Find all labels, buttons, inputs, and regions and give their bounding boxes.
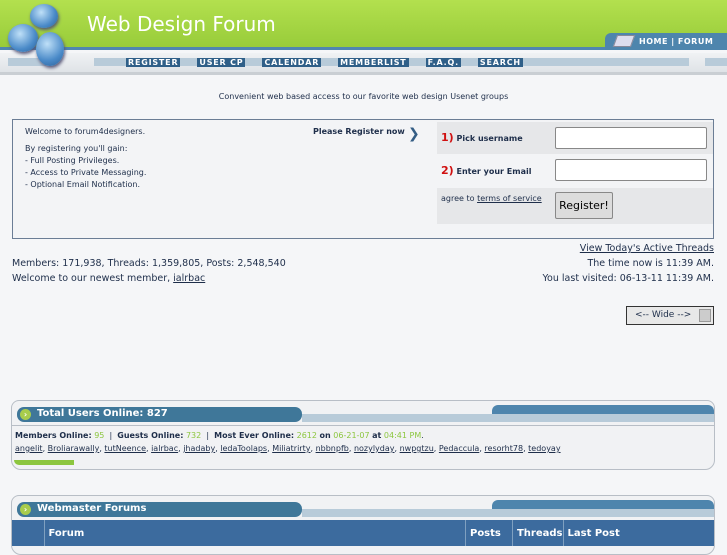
site-title: Web Design Forum — [87, 12, 276, 36]
online-user-link[interactable]: tutNeence — [104, 444, 146, 453]
arrow-icon: › — [20, 409, 31, 420]
gain-text: By registering you'll gain: — [25, 144, 128, 153]
chevron-right-icon: ❯ — [408, 126, 420, 142]
online-panel: › Total Users Online: 827 Members Online:… — [11, 400, 715, 470]
please-register: Please Register now — [313, 127, 405, 136]
online-user-link[interactable]: ledaToolaps — [220, 444, 267, 453]
newest-member-link[interactable]: ialrbac — [173, 273, 205, 284]
arrow-icon: › — [20, 504, 31, 515]
welcome-text: Welcome to forum4designers. — [25, 127, 146, 136]
online-user-link[interactable]: nozylyday — [354, 444, 395, 453]
username-input[interactable] — [555, 127, 707, 149]
col-posts: Posts — [464, 520, 513, 546]
registration-box: Welcome to forum4designers. By registeri… — [12, 119, 714, 239]
nav-memberlist[interactable]: MEMBERLIST — [338, 58, 409, 67]
nav-user-cp[interactable]: USER CP — [197, 58, 246, 67]
chevron-down-icon — [699, 309, 711, 322]
online-user-link[interactable]: angelit — [15, 444, 43, 453]
online-users-list: angelit, Broliarawally, tutNeence, ialrb… — [15, 444, 561, 453]
email-input[interactable] — [555, 159, 707, 181]
active-threads-link[interactable]: View Today's Active Threads — [580, 243, 714, 254]
online-user-link[interactable]: Pedaccula — [439, 444, 479, 453]
benefit: - Access to Private Messaging. — [25, 168, 147, 177]
last-visited: You last visited: 06-13-11 11:39 AM. — [542, 273, 714, 284]
col-threads: Threads — [511, 520, 563, 546]
webmaster-forums-panel: › Webmaster Forums Forum Posts Threads La… — [11, 495, 715, 555]
benefit: - Full Posting Privileges. — [25, 156, 120, 165]
online-user-link[interactable]: Miliatrirty — [272, 444, 310, 453]
online-user-link[interactable]: ialrbac — [151, 444, 178, 453]
nav-search[interactable]: SEARCH — [477, 58, 523, 67]
online-user-link[interactable]: Broliarawally — [48, 444, 100, 453]
nav-bar: REGISTER USER CP CALENDAR MEMBERLIST F.A… — [0, 53, 727, 75]
menu-icon — [612, 35, 636, 47]
online-user-link[interactable]: nwpgtzu — [400, 444, 434, 453]
col-last-post: Last Post — [562, 520, 714, 546]
online-user-link[interactable]: jhadaby — [183, 444, 215, 453]
agree-label: agree to — [441, 194, 475, 203]
username-label: Pick username — [456, 134, 523, 143]
tagline: Convenient web based access to our favor… — [218, 92, 509, 101]
terms-link[interactable]: terms of service — [477, 194, 542, 203]
nav-register[interactable]: REGISTER — [126, 58, 181, 67]
benefit: - Optional Email Notification. — [25, 180, 140, 189]
col-forum: Forum — [43, 520, 466, 546]
online-user-link[interactable]: tedoyay — [528, 444, 560, 453]
nav-faq[interactable]: F.A.Q. — [425, 58, 461, 67]
online-title: Total Users Online: 827 — [37, 408, 168, 419]
email-label: Enter your Email — [456, 167, 532, 176]
logo[interactable] — [8, 4, 88, 70]
width-select[interactable]: <-- Wide --> — [626, 306, 714, 325]
newest-member: Welcome to our newest member, ialrbac — [12, 273, 206, 284]
site-header: Web Design Forum HOME | FORUM — [0, 0, 727, 50]
forums-title: Webmaster Forums — [37, 503, 147, 514]
online-user-link[interactable]: resorht78 — [484, 444, 523, 453]
time-now: The time now is 11:39 AM. — [587, 258, 714, 269]
nav-calendar[interactable]: CALENDAR — [262, 58, 322, 67]
forums-table: Forum Posts Threads Last Post — [12, 520, 714, 546]
forum-stats: Members: 171,938, Threads: 1,359,805, Po… — [12, 258, 286, 269]
register-button[interactable]: Register! — [555, 192, 613, 219]
online-user-link[interactable]: nbbnpfb — [316, 444, 349, 453]
home-forum-link[interactable]: HOME | FORUM — [605, 33, 727, 50]
